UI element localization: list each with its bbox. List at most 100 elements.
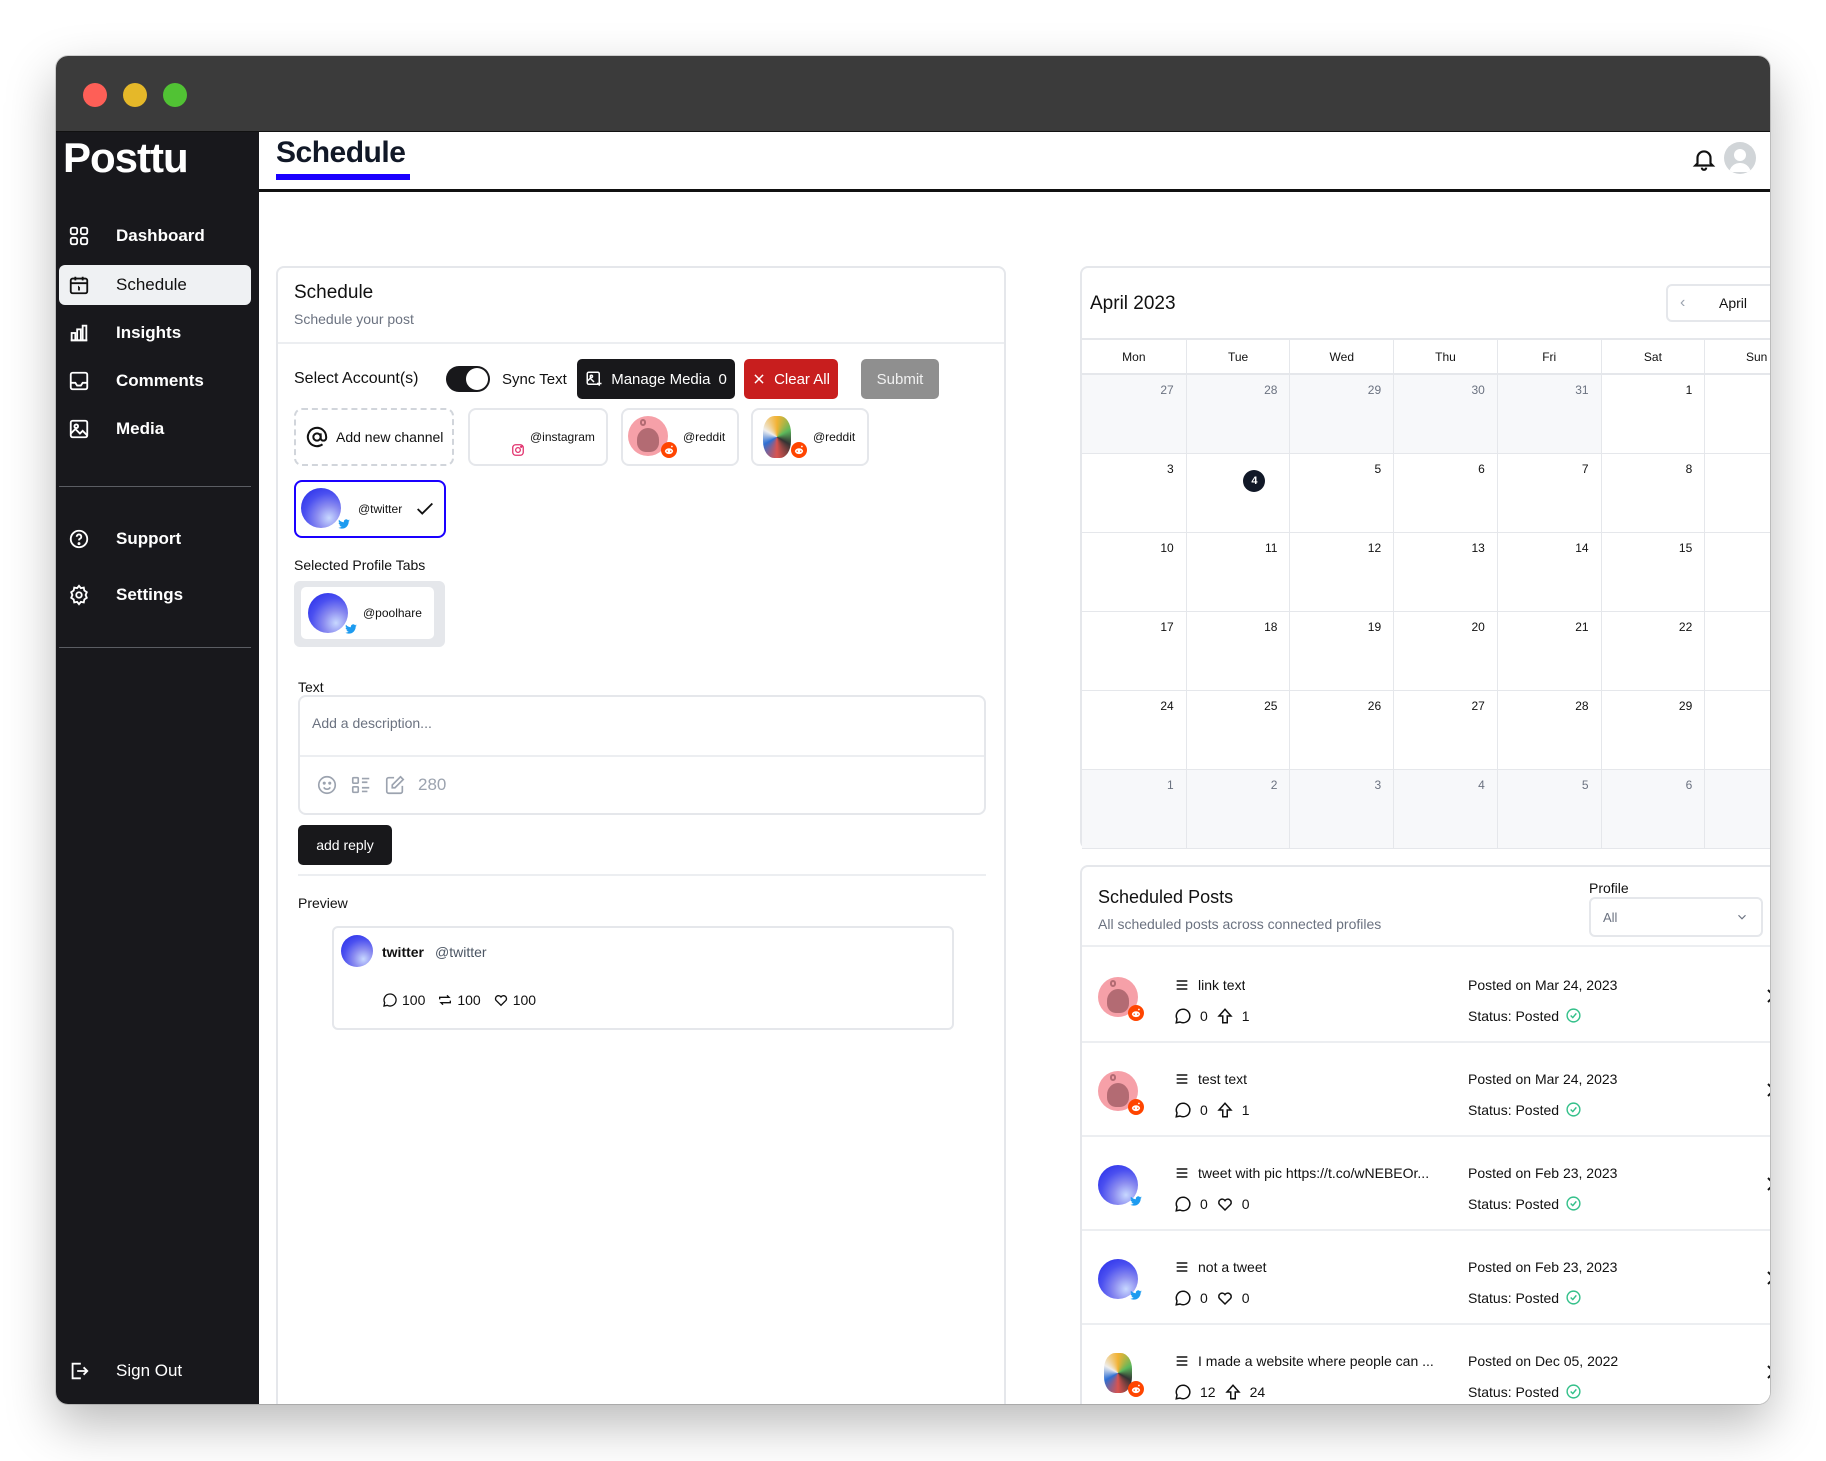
previous-month-button[interactable]: ‹ (1680, 294, 1685, 312)
post-date: Posted on Feb 23, 2023 (1468, 1165, 1618, 1181)
calendar-day[interactable]: 25 (1185, 691, 1290, 770)
calendar-day[interactable]: 30 (1704, 691, 1770, 770)
add-channel-button[interactable]: Add new channel (294, 408, 454, 466)
calendar-day[interactable]: 5 (1496, 770, 1601, 849)
profile-tab-poolhare[interactable]: @poolhare (301, 587, 434, 639)
calendar-day[interactable]: 19 (1289, 612, 1394, 691)
comment-count: 0 (1200, 1102, 1208, 1118)
sidebar: Posttu Dashboard Schedule Insights Comme… (56, 132, 259, 1404)
bell-icon[interactable] (1691, 146, 1717, 172)
channel-instagram[interactable]: @instagram (468, 408, 608, 466)
calendar-day[interactable]: 29 (1600, 691, 1705, 770)
sign-out-button[interactable]: Sign Out (59, 1351, 251, 1391)
calendar-day[interactable]: 26 (1289, 691, 1394, 770)
add-reply-button[interactable]: add reply (298, 825, 392, 865)
day-number: 26 (1367, 699, 1382, 713)
calendar-day[interactable]: 31 (1496, 375, 1601, 454)
post-text: test text (1174, 1071, 1247, 1087)
calendar-day[interactable]: 3 (1289, 770, 1394, 849)
calendar-day[interactable]: 27 (1393, 691, 1497, 770)
calendar-day[interactable]: 22 (1600, 612, 1705, 691)
engagement-count: 1 (1241, 1102, 1250, 1118)
calendar-day[interactable]: 9 (1704, 454, 1770, 533)
scheduled-posts-subtitle: All scheduled posts across connected pro… (1098, 916, 1382, 932)
calendar-day[interactable]: 28 (1185, 375, 1290, 454)
post-row[interactable]: tweet with pic https://t.co/wNEBEOr... 0 0… (1082, 1137, 1770, 1231)
calendar-day[interactable]: 24 (1082, 691, 1186, 770)
calendar-day[interactable]: 13 (1393, 533, 1497, 612)
calendar-day[interactable]: 11 (1185, 533, 1290, 612)
submit-button[interactable]: Submit (861, 359, 939, 399)
calendar-day[interactable]: 18 (1185, 612, 1290, 691)
edit-icon[interactable] (384, 774, 406, 796)
calendar-day[interactable]: 20 (1393, 612, 1497, 691)
calendar-day[interactable]: 17 (1082, 612, 1186, 691)
sidebar-item-settings[interactable]: Settings (59, 575, 251, 615)
channel-reddit[interactable]: @reddit (751, 408, 869, 466)
calendar-day[interactable]: 5 (1289, 454, 1394, 533)
sidebar-item-schedule[interactable]: Schedule (59, 265, 251, 305)
sidebar-item-media[interactable]: Media (59, 409, 251, 449)
calendar-day[interactable]: 4 (1393, 770, 1497, 849)
maximize-window-button[interactable] (163, 83, 187, 107)
post-row[interactable]: not a tweet 0 0 Posted on Feb 23, 2023 Statu… (1082, 1231, 1770, 1325)
post-row[interactable]: test text 0 1 Posted on Mar 24, 2023 Status:… (1082, 1043, 1770, 1137)
calendar-day[interactable]: 3 (1082, 454, 1186, 533)
post-row[interactable]: link text 0 1 Posted on Mar 24, 2023 Status:… (1082, 949, 1770, 1043)
calendar-day[interactable]: 27 (1082, 375, 1186, 454)
calendar-day[interactable]: 23 (1704, 612, 1770, 691)
chevron-right-icon[interactable] (1764, 987, 1770, 1005)
calendar-day[interactable]: 12 (1289, 533, 1394, 612)
sidebar-item-support[interactable]: Support (59, 519, 251, 559)
user-avatar[interactable] (1724, 142, 1756, 174)
profile-filter-select[interactable]: All (1589, 897, 1763, 937)
calendar-day[interactable]: 1 (1600, 375, 1705, 454)
calendar-day[interactable]: 29 (1289, 375, 1394, 454)
comment-icon (383, 993, 397, 1007)
calendar-day[interactable]: 7 (1496, 454, 1601, 533)
calendar-day[interactable]: 1 (1082, 770, 1186, 849)
sidebar-item-comments[interactable]: Comments (59, 361, 251, 401)
image-add-icon (586, 371, 602, 386)
manage-media-button[interactable]: Manage Media 0 (577, 359, 735, 399)
calendar-day[interactable]: 14 (1496, 533, 1601, 612)
post-row[interactable]: I made a website where people can ... 12 2… (1082, 1325, 1770, 1404)
minimize-window-button[interactable] (123, 83, 147, 107)
post-status: Status: Posted (1468, 1383, 1582, 1400)
close-window-button[interactable] (83, 83, 107, 107)
calendar-day[interactable]: 2 (1704, 375, 1770, 454)
calendar-day[interactable]: 10 (1082, 533, 1186, 612)
post-text: link text (1174, 977, 1245, 993)
chevron-right-icon[interactable] (1764, 1363, 1770, 1381)
post-stats: 00 (1174, 1195, 1250, 1213)
calendar-day[interactable]: 30 (1393, 375, 1497, 454)
calendar-day[interactable]: 16 (1704, 533, 1770, 612)
manage-media-count: 0 (718, 370, 727, 388)
channel-reddit[interactable]: @reddit (621, 408, 739, 466)
chevron-right-icon[interactable] (1764, 1175, 1770, 1193)
calendar-day[interactable]: 15 (1600, 533, 1705, 612)
clear-all-button[interactable]: Clear All (744, 359, 838, 399)
calendar-day[interactable]: 28 (1496, 691, 1601, 770)
sync-text-toggle[interactable] (446, 366, 490, 392)
channel-twitter[interactable]: @twitter (294, 480, 446, 538)
description-input[interactable] (300, 697, 984, 757)
schedule-panel-header: Schedule Schedule your post (278, 268, 1004, 344)
calendar-day[interactable]: 21 (1496, 612, 1601, 691)
calendar-day[interactable]: 6 (1600, 770, 1705, 849)
list-format-icon[interactable] (350, 774, 372, 796)
chevron-right-icon[interactable] (1764, 1269, 1770, 1287)
main-content: Schedule Schedule Schedule your post Sel… (259, 132, 1770, 1404)
emoji-icon[interactable] (316, 774, 338, 796)
calendar-day[interactable]: 8 (1600, 454, 1705, 533)
post-status: Status: Posted (1468, 1195, 1582, 1212)
check-circle-icon (1566, 1196, 1581, 1211)
calendar-day[interactable]: 6 (1393, 454, 1497, 533)
schedule-panel-subtitle: Schedule your post (294, 311, 414, 327)
sidebar-item-insights[interactable]: Insights (59, 313, 251, 353)
chevron-right-icon[interactable] (1764, 1081, 1770, 1099)
calendar-day-today[interactable]: 4 (1185, 454, 1290, 533)
sidebar-item-dashboard[interactable]: Dashboard (59, 216, 251, 256)
calendar-day[interactable]: 2 (1185, 770, 1290, 849)
calendar-day[interactable]: 7 (1704, 770, 1770, 849)
